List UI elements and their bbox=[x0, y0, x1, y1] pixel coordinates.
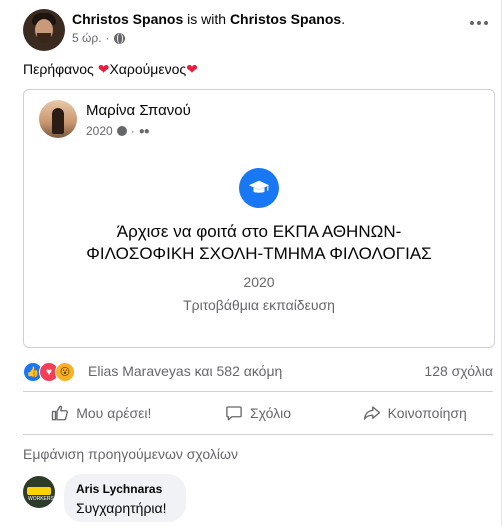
share-icon bbox=[363, 406, 380, 420]
event-year: 2020 bbox=[243, 274, 275, 290]
author-avatar[interactable] bbox=[23, 9, 65, 51]
author-name-link[interactable]: Christos Spanos bbox=[72, 11, 183, 27]
event-title: Άρχισε να φοιτά στο ΕΚΠΑ ΑΘΗΝΩΝ- ΦΙΛΟΣΟΦ… bbox=[24, 221, 494, 265]
wow-reaction-icon: 😮 bbox=[55, 362, 75, 382]
clock-icon bbox=[116, 126, 127, 136]
comment-count[interactable]: 128 σχόλια bbox=[424, 363, 493, 379]
divider bbox=[23, 434, 493, 435]
heart-emoji-icon: ❤ bbox=[97, 61, 110, 77]
like-button[interactable]: Μου αρέσει! bbox=[23, 392, 180, 434]
card-meta: 2020 · ●● bbox=[86, 124, 150, 138]
reaction-icons[interactable]: 👍 ♥ 😮 bbox=[23, 362, 85, 382]
event-title-line2: ΦΙΛΟΣΟΦΙΚΗ ΣΧΟΛΗ-ΤΜΗΜΑ ΦΙΛΟΛΟΓΙΑΣ bbox=[86, 244, 432, 263]
reactions-bar: 👍 ♥ 😮 Elias Maraveyas και 582 ακόμη 128 … bbox=[23, 361, 493, 383]
commenter-name[interactable]: Aris Lychnaras bbox=[76, 482, 162, 496]
post-text-part2: Χαρούμενος bbox=[109, 61, 187, 77]
card-meta-separator: · bbox=[130, 124, 135, 138]
comment-button[interactable]: Σχόλιο bbox=[180, 392, 337, 434]
life-event-card[interactable]: Μαρίνα Σπανού 2020 · ●● Άρχισε να φοιτά … bbox=[23, 89, 495, 348]
meta-separator: · bbox=[105, 31, 110, 45]
post-text-part1: Περήφανος bbox=[23, 61, 98, 77]
thumbs-up-icon bbox=[52, 405, 69, 421]
post-header-text: Christos Spanos is with Christos Spanos. bbox=[72, 11, 345, 27]
post-time[interactable]: 5 ώρ. bbox=[72, 31, 102, 45]
reaction-names[interactable]: Elias Maraveyas και 582 ακόμη bbox=[88, 363, 282, 379]
tagged-name-link[interactable]: Christos Spanos bbox=[230, 11, 341, 27]
event-level: Τριτοβάθμια εκπαίδευση bbox=[183, 297, 335, 313]
event-title-line1: Άρχισε να φοιτά στο ΕΚΠΑ ΑΘΗΝΩΝ- bbox=[116, 222, 402, 241]
friends-icon: ●● bbox=[138, 125, 150, 137]
more-options-icon[interactable] bbox=[465, 13, 493, 33]
post-text: Περήφανος ❤Χαρούμενος❤ bbox=[23, 61, 198, 78]
period: . bbox=[341, 11, 346, 27]
card-avatar[interactable] bbox=[39, 100, 77, 138]
comment-icon bbox=[226, 406, 242, 421]
with-text: is with bbox=[187, 11, 227, 27]
action-bar: Μου αρέσει! Σχόλιο Κοινοποίηση bbox=[23, 392, 493, 434]
like-label: Μου αρέσει! bbox=[76, 405, 152, 421]
commenter-avatar-text: WORKERS bbox=[28, 496, 54, 502]
comment-bubble: Aris Lychnaras Συγχαρητήρια! bbox=[64, 474, 186, 522]
share-label: Κοινοποίηση bbox=[387, 405, 467, 421]
comment-label: Σχόλιο bbox=[249, 405, 292, 421]
comment-text: Συγχαρητήρια! bbox=[76, 500, 167, 516]
commenter-avatar[interactable]: WORKERS bbox=[23, 476, 55, 508]
card-year[interactable]: 2020 bbox=[86, 124, 113, 138]
post-header: Christos Spanos is with Christos Spanos.… bbox=[23, 9, 493, 51]
post-meta: 5 ώρ. · bbox=[72, 31, 125, 45]
graduation-cap-icon bbox=[239, 168, 279, 208]
view-previous-comments-link[interactable]: Εμφάνιση προηγούμενων σχολίων bbox=[23, 446, 238, 462]
share-button[interactable]: Κοινοποίηση bbox=[336, 392, 493, 434]
card-author-name[interactable]: Μαρίνα Σπανού bbox=[86, 102, 191, 119]
heart-emoji-icon: ❤ bbox=[186, 61, 198, 77]
globe-icon bbox=[113, 32, 125, 44]
